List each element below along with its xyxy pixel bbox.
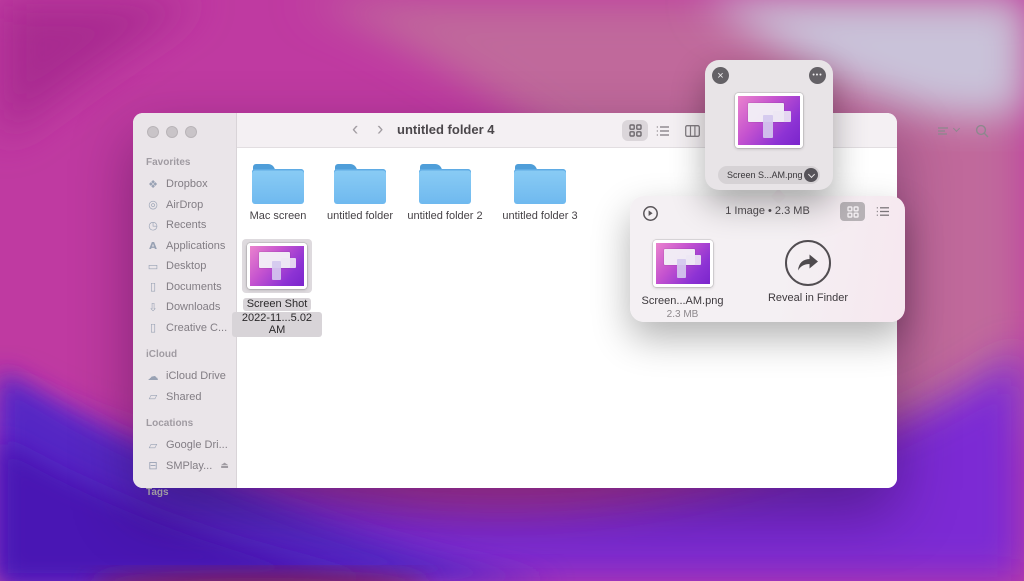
file-selection-highlight [242, 239, 312, 293]
dropbox-icon [146, 178, 160, 191]
traffic-lights [147, 126, 197, 138]
folder-item-untitled-folder-2[interactable]: untitled folder 2 [400, 164, 490, 223]
sidebar-item-applications[interactable]: Applications [146, 236, 232, 257]
screenshot-preview-popup[interactable]: × ••• Screen S...AM.png [705, 60, 833, 190]
folder-icon [514, 164, 566, 204]
folder-item-untitled-folder-3[interactable]: untitled folder 3 [495, 164, 585, 223]
sidebar-item-icloud-drive[interactable]: iCloud Drive [146, 366, 232, 387]
finder-sidebar: Favorites Dropbox AirDrop Recents Applic… [133, 113, 237, 488]
folder-icon [419, 164, 471, 204]
list-view-icon [656, 125, 670, 137]
screenshot-thumbnail [653, 240, 713, 287]
sidebar-section-tags: Tags [146, 487, 232, 504]
folder-item-mac-screen[interactable]: Mac screen [233, 164, 323, 223]
icon-view-button[interactable] [622, 120, 648, 141]
panel-file-item[interactable]: Screen...AM.png 2.3 MB [635, 240, 730, 320]
panel-file-name: Screen...AM.png [642, 295, 724, 307]
sidebar-item-downloads[interactable]: Downloads [146, 297, 232, 318]
list-view-button[interactable] [650, 120, 676, 141]
document-icon [146, 321, 160, 334]
eject-icon[interactable]: ⏏ [220, 461, 229, 471]
list-view-icon [876, 206, 890, 217]
document-icon [146, 280, 160, 293]
sidebar-item-google-drive[interactable]: Google Dri... [146, 435, 232, 456]
screenshot-actions-panel: 1 Image • 2.3 MB Screen...AM.png 2.3 MB … [630, 196, 905, 322]
sidebar-section-icloud: iCloud [146, 349, 232, 366]
sidebar-item-smplayer[interactable]: SMPlay...⏏ [146, 456, 232, 477]
shared-folder-icon [146, 390, 160, 403]
screenshot-thumbnail-large[interactable] [735, 93, 803, 148]
folder-item-untitled-folder[interactable]: untitled folder [315, 164, 405, 223]
applications-icon [146, 239, 160, 252]
selected-file-screen-shot[interactable]: Screen Shot 2022-11...5.02 AM [232, 239, 322, 337]
filename-pill[interactable]: Screen S...AM.png [718, 166, 820, 184]
zoom-window-button[interactable] [185, 126, 197, 138]
sidebar-section-locations: Locations [146, 418, 232, 435]
sidebar-item-creative-cloud[interactable]: Creative C... [146, 318, 232, 339]
sidebar-item-shared[interactable]: Shared [146, 387, 232, 408]
folder-icon [334, 164, 386, 204]
sidebar-item-airdrop[interactable]: AirDrop [146, 195, 232, 216]
airdrop-icon [146, 198, 160, 211]
grid-view-icon [847, 206, 859, 218]
toolbar-action-button[interactable] [933, 120, 953, 141]
drive-icon [146, 459, 160, 472]
panel-grid-view-button[interactable] [840, 202, 865, 221]
chevron-down-icon[interactable] [804, 168, 818, 182]
reveal-label: Reveal in Finder [768, 292, 848, 304]
more-options-icon[interactable]: ••• [809, 67, 826, 84]
panel-file-size: 2.3 MB [667, 309, 699, 320]
forward-button[interactable]: › [377, 117, 383, 143]
search-button[interactable] [969, 120, 995, 141]
sidebar-section-favorites: Favorites [146, 157, 232, 174]
sidebar-item-desktop[interactable]: Desktop [146, 256, 232, 277]
window-title: untitled folder 4 [397, 113, 495, 147]
sidebar-item-recents[interactable]: Recents [146, 215, 232, 236]
desktop: Favorites Dropbox AirDrop Recents Applic… [0, 0, 1024, 581]
cloud-icon [146, 370, 160, 383]
sidebar-item-documents[interactable]: Documents [146, 277, 232, 298]
panel-list-view-button[interactable] [870, 202, 895, 221]
grid-view-icon [629, 124, 642, 137]
reveal-arrow-icon [785, 240, 831, 286]
sidebar-item-dropbox[interactable]: Dropbox [146, 174, 232, 195]
folder-icon [252, 164, 304, 204]
folder-icon [146, 439, 160, 452]
download-icon [146, 301, 160, 314]
clock-icon [146, 219, 160, 232]
reveal-in-finder-button[interactable]: Reveal in Finder [748, 240, 868, 304]
close-icon[interactable]: × [712, 67, 729, 84]
filename-label: Screen S...AM.png [718, 170, 804, 180]
close-window-button[interactable] [147, 126, 159, 138]
column-view-button[interactable] [679, 120, 705, 141]
screenshot-thumbnail [247, 243, 307, 289]
action-icon [937, 126, 949, 136]
back-button[interactable]: ‹ [352, 117, 358, 143]
search-icon [975, 124, 989, 138]
minimize-window-button[interactable] [166, 126, 178, 138]
columns-view-icon [685, 125, 700, 137]
desktop-icon [146, 260, 160, 273]
